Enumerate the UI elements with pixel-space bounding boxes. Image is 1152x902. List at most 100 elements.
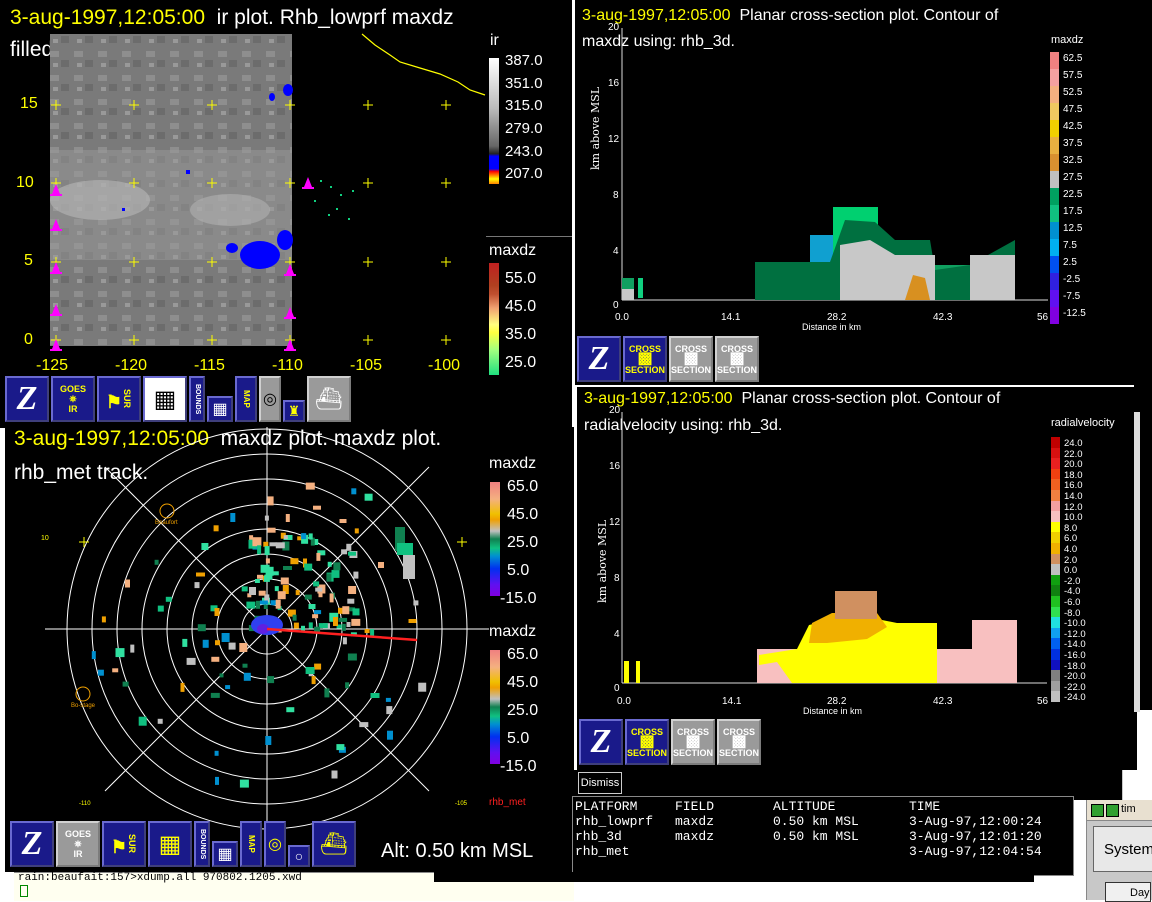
radar-legend1-3: 5.0 <box>507 562 530 579</box>
system-button[interactable]: System <box>1093 826 1152 872</box>
cross-section-button-2[interactable]: CROSS ▩ SECTION <box>669 336 713 382</box>
legend-label: 27.5 <box>1063 172 1083 183</box>
legend-swatch <box>1050 120 1059 137</box>
zebra-z-button[interactable]: Z <box>579 719 623 765</box>
grid-radar-button[interactable]: ▦ <box>143 376 187 422</box>
section-label: SECTION <box>717 364 758 375</box>
goes-ir-button[interactable]: GOES ⛯ IR <box>51 376 95 422</box>
legend-swatch <box>1051 691 1060 702</box>
table-row: rhb_met 3-Aug-97,12:04:54 <box>575 844 1042 859</box>
legend-swatch <box>1050 171 1059 188</box>
info-cell: rhb_3d <box>575 829 622 844</box>
legend-label: 14.0 <box>1064 491 1083 502</box>
info-cell: 0.50 km MSL <box>773 829 859 844</box>
table-icon: ▦ <box>212 401 228 418</box>
z-logo-icon: Z <box>588 340 610 377</box>
maxdz-cross-section-window: 3-aug-1997,12:05:00 Planar cross-section… <box>575 0 1134 385</box>
radar-coord-right: -105 <box>455 801 468 807</box>
legend-label: -10.0 <box>1064 618 1086 630</box>
rings-icon: ◎ <box>263 391 277 408</box>
table-row: rhb_lowprf maxdz 0.50 km MSL 3-Aug-97,12… <box>575 814 1042 829</box>
legend-label: 17.5 <box>1063 206 1083 217</box>
goes-ir-button[interactable]: GOES ⛯ IR <box>56 821 100 867</box>
minimize-icon[interactable] <box>1091 804 1104 817</box>
legend-swatch <box>1050 103 1059 120</box>
radar-legend2-1: 45.0 <box>507 674 539 691</box>
radar-legend1-1: 45.0 <box>507 506 539 523</box>
legend-swatch <box>1050 69 1059 86</box>
grid-radar-button[interactable]: ▦ <box>148 821 192 867</box>
zebra-z-button[interactable]: Z <box>5 376 49 422</box>
scrollbar[interactable] <box>1134 412 1140 712</box>
section-label: SECTION <box>671 364 712 375</box>
legend-label: 10.0 <box>1064 512 1083 524</box>
zebra-z-button[interactable]: Z <box>577 336 621 382</box>
bounds-button[interactable]: BOUNDS <box>189 376 205 422</box>
legend-label: 12.0 <box>1064 501 1083 513</box>
radar-marker-beaufort: Beaufort <box>155 520 178 526</box>
cross-section-button-2[interactable]: CROSS ▩ SECTION <box>671 719 715 765</box>
legend-label: -2.0 <box>1064 575 1081 587</box>
radar-legend1-0: 65.0 <box>507 478 539 495</box>
table-grid-button[interactable]: ▦ <box>207 396 233 422</box>
info-cell: 3-Aug-97,12:01:20 <box>909 829 1042 844</box>
maxdz-cs-ytick-0: 0 <box>613 300 619 311</box>
info-table-grid: PLATFORM FIELD ALTITUDE TIME rhb_lowprf … <box>575 799 1042 859</box>
ir-xlabel-125: -125 <box>36 357 69 374</box>
radar-alt-label: Alt: 0.50 km MSL <box>381 840 534 862</box>
bounds-button[interactable]: BOUNDS <box>194 821 210 867</box>
window-menu-icon[interactable] <box>1106 804 1119 817</box>
goes-label: GOES <box>64 829 91 839</box>
info-cell: maxdz <box>675 829 715 844</box>
day-button[interactable]: Day <box>1105 882 1151 902</box>
rv-cs-toolbar: Z CROSS ▩ SECTION CROSS ▩ SECTION CROSS ▩ SECT… <box>579 719 761 765</box>
legend-swatch <box>1051 447 1060 459</box>
map-button[interactable]: MAP <box>240 821 262 867</box>
station-button[interactable]: ♜ <box>283 400 305 422</box>
info-header-platform: PLATFORM <box>575 799 638 814</box>
legend-swatch <box>1051 574 1060 586</box>
ir-colorbar <box>489 58 499 184</box>
radar-legend2-colorbar <box>490 650 500 764</box>
cross-section-button-3[interactable]: CROSS ▩ SECTION <box>717 719 761 765</box>
ir-label: IR <box>68 404 78 414</box>
rv-cs-xlabel: Distance in km <box>803 706 863 716</box>
radar-marker-bostage: Bo-stage <box>71 703 96 709</box>
cross-section-button-1[interactable]: CROSS ▩ SECTION <box>625 719 669 765</box>
maxdz-cs-ytick-12: 12 <box>608 134 620 145</box>
legend-label: 20.0 <box>1064 459 1083 471</box>
rv-cs-ytick-20: 20 <box>609 405 621 416</box>
legend-label: -6.0 <box>1064 597 1081 608</box>
radar-legend2-2: 25.0 <box>507 702 539 719</box>
ir-ylabel-15: 15 <box>20 95 38 112</box>
ir-maxdz-legend-3: 25.0 <box>505 354 537 371</box>
ir-maxdz-legend-2: 35.0 <box>505 326 537 343</box>
legend-label: 6.0 <box>1064 533 1078 545</box>
circle-button[interactable]: ○ <box>288 845 310 867</box>
dismiss-button[interactable]: Dismiss <box>578 772 622 794</box>
table-grid-button[interactable]: ▦ <box>212 841 238 867</box>
z-logo-icon: Z <box>21 825 43 862</box>
ir-toolbar: Z GOES ⛯ IR ⚑SUR ▦ BOUNDS ▦ MAP ◎ ♜ ⛴ <box>5 376 351 422</box>
maxdz-cs-toolbar: Z CROSS ▩ SECTION CROSS ▩ SECTION CROSS ▩ SECT… <box>577 336 759 382</box>
legend-swatch <box>1050 52 1059 69</box>
cross-section-button-3[interactable]: CROSS ▩ SECTION <box>715 336 759 382</box>
cross-section-button-1[interactable]: CROSS ▩ SECTION <box>623 336 667 382</box>
surface-button[interactable]: ⚑SUR <box>97 376 141 422</box>
range-rings-button[interactable]: ◎ <box>264 821 286 867</box>
ship-track-button[interactable]: ⛴ <box>312 821 356 867</box>
legend-label: -22.0 <box>1064 681 1086 693</box>
info-cell: 3-Aug-97,12:00:24 <box>909 814 1042 829</box>
map-button[interactable]: MAP <box>235 376 257 422</box>
day-button-label: Day <box>1130 887 1150 899</box>
info-cell: 0.50 km MSL <box>773 814 859 829</box>
legend-swatch <box>1051 585 1060 596</box>
circle-icon: ○ <box>294 848 304 864</box>
range-rings-button[interactable]: ◎ <box>259 376 281 422</box>
maxdz-cs-legend-title: maxdz <box>1051 34 1084 46</box>
legend-swatch <box>1051 468 1060 480</box>
ir-ylabel-5: 5 <box>24 252 33 269</box>
zebra-z-button[interactable]: Z <box>10 821 54 867</box>
surface-button[interactable]: ⚑SUR <box>102 821 146 867</box>
ship-track-button[interactable]: ⛴ <box>307 376 351 422</box>
